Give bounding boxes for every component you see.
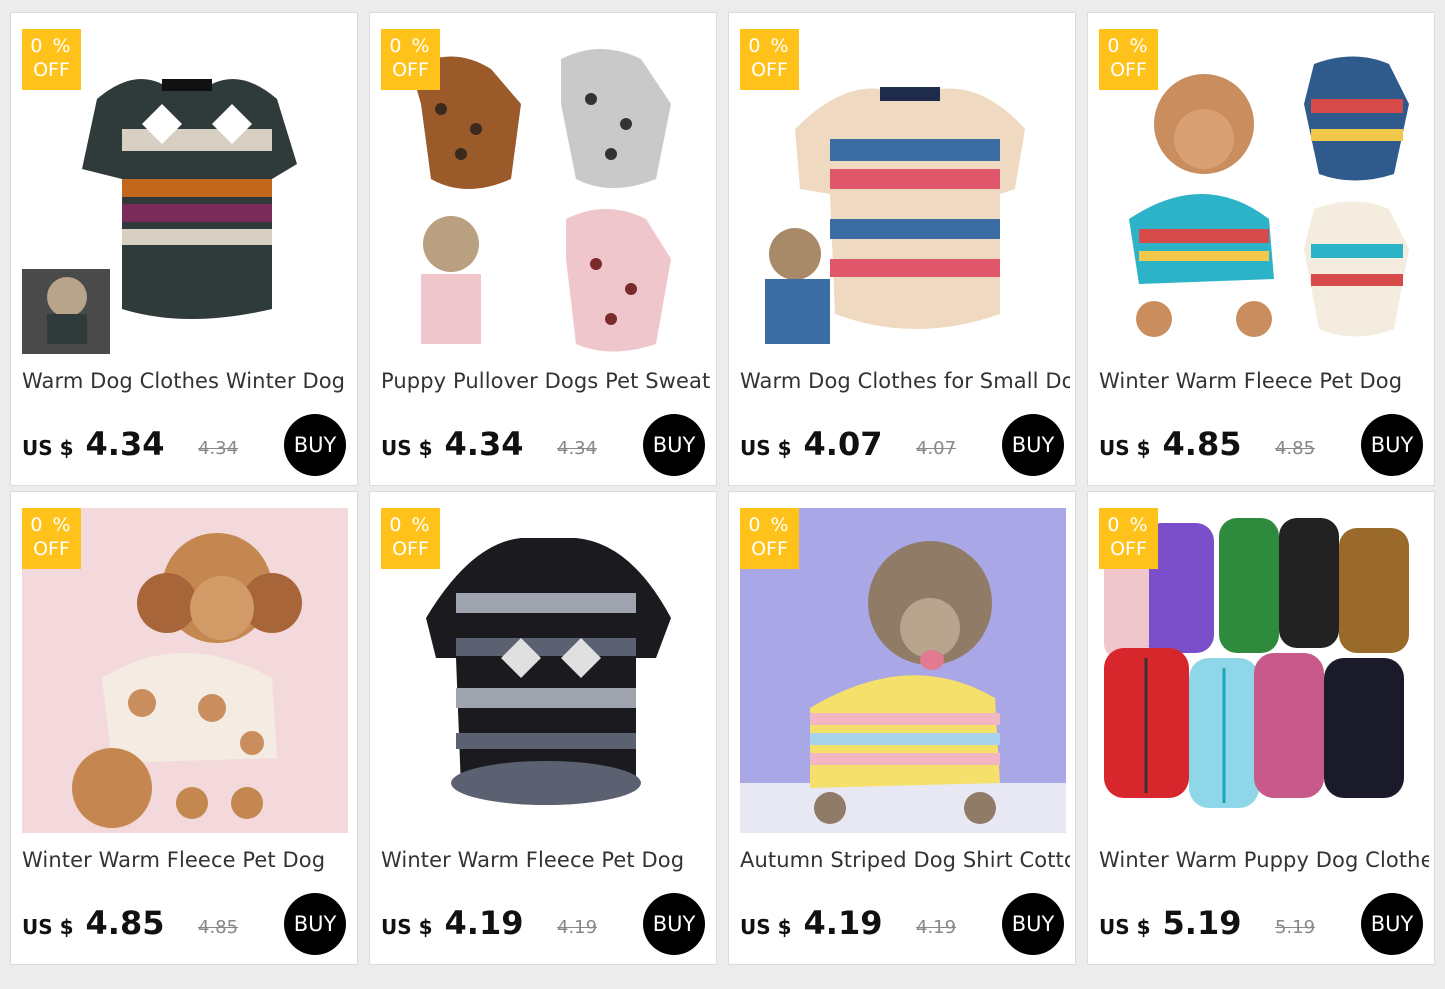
discount-percent: 0 % xyxy=(748,35,791,57)
product-card[interactable]: 0 % OFF Winter Warm Fleece Pet Dog US $ … xyxy=(369,491,717,965)
currency-label: US $ xyxy=(1099,436,1151,460)
product-title[interactable]: Autumn Striped Dog Shirt Cotton xyxy=(740,848,1070,872)
product-title[interactable]: Winter Warm Fleece Pet Dog xyxy=(1099,369,1429,393)
product-card[interactable]: 0 % OFF Autumn Striped Dog Shirt Cotton … xyxy=(728,491,1076,965)
price-row: US $ 4.19 xyxy=(381,904,523,942)
product-card[interactable]: 0 % OFF Winter Warm Fleece Pet Dog US $ … xyxy=(1087,12,1435,486)
product-card[interactable]: 0 % OFF Warm Dog Clothes Winter Dog US $… xyxy=(10,12,358,486)
original-price: 4.85 xyxy=(198,917,239,938)
product-price: 4.34 xyxy=(444,425,524,463)
discount-badge: 0 % OFF xyxy=(22,508,81,569)
price-row: US $ 4.85 xyxy=(1099,425,1241,463)
price-row: US $ 4.34 xyxy=(381,425,523,463)
product-price: 4.34 xyxy=(85,425,165,463)
discount-percent: 0 % xyxy=(30,35,73,57)
buy-button[interactable]: BUY xyxy=(284,893,346,955)
original-price: 4.19 xyxy=(916,917,957,938)
original-price: 4.07 xyxy=(916,438,957,459)
product-card[interactable]: 0 % OFF Puppy Pullover Dogs Pet Sweater … xyxy=(369,12,717,486)
product-card[interactable]: 0 % OFF Winter Warm Puppy Dog Clothes US… xyxy=(1087,491,1435,965)
buy-button[interactable]: BUY xyxy=(1361,893,1423,955)
discount-badge: 0 % OFF xyxy=(381,29,440,90)
original-price: 5.19 xyxy=(1275,917,1316,938)
product-title[interactable]: Winter Warm Puppy Dog Clothes xyxy=(1099,848,1429,872)
discount-percent: 0 % xyxy=(748,514,791,536)
price-row: US $ 4.19 xyxy=(740,904,882,942)
currency-label: US $ xyxy=(22,915,74,939)
discount-percent: 0 % xyxy=(389,35,432,57)
original-price: 4.19 xyxy=(557,917,598,938)
currency-label: US $ xyxy=(1099,915,1151,939)
discount-badge: 0 % OFF xyxy=(1099,508,1158,569)
discount-off-label: OFF xyxy=(392,538,429,560)
discount-off-label: OFF xyxy=(1110,59,1147,81)
discount-badge: 0 % OFF xyxy=(381,508,440,569)
currency-label: US $ xyxy=(740,436,792,460)
discount-off-label: OFF xyxy=(33,538,70,560)
discount-badge: 0 % OFF xyxy=(740,508,799,569)
buy-button[interactable]: BUY xyxy=(1361,414,1423,476)
discount-off-label: OFF xyxy=(751,59,788,81)
product-title[interactable]: Warm Dog Clothes for Small Dog xyxy=(740,369,1070,393)
discount-badge: 0 % OFF xyxy=(22,29,81,90)
product-price: 4.85 xyxy=(1162,425,1242,463)
discount-off-label: OFF xyxy=(1110,538,1147,560)
discount-off-label: OFF xyxy=(392,59,429,81)
product-title[interactable]: Puppy Pullover Dogs Pet Sweater xyxy=(381,369,711,393)
product-title[interactable]: Winter Warm Fleece Pet Dog xyxy=(22,848,352,872)
product-title[interactable]: Winter Warm Fleece Pet Dog xyxy=(381,848,711,872)
original-price: 4.85 xyxy=(1275,438,1316,459)
discount-badge: 0 % OFF xyxy=(1099,29,1158,90)
buy-button[interactable]: BUY xyxy=(1002,893,1064,955)
currency-label: US $ xyxy=(740,915,792,939)
product-price: 4.07 xyxy=(803,425,883,463)
product-price: 4.19 xyxy=(444,904,524,942)
buy-button[interactable]: BUY xyxy=(643,414,705,476)
product-title[interactable]: Warm Dog Clothes Winter Dog xyxy=(22,369,352,393)
price-row: US $ 4.07 xyxy=(740,425,882,463)
product-grid: 0 % OFF Warm Dog Clothes Winter Dog US $… xyxy=(10,12,1435,965)
currency-label: US $ xyxy=(381,915,433,939)
original-price: 4.34 xyxy=(557,438,598,459)
discount-percent: 0 % xyxy=(1107,514,1150,536)
buy-button[interactable]: BUY xyxy=(1002,414,1064,476)
currency-label: US $ xyxy=(381,436,433,460)
price-row: US $ 4.34 xyxy=(22,425,164,463)
price-row: US $ 4.85 xyxy=(22,904,164,942)
discount-off-label: OFF xyxy=(751,538,788,560)
buy-button[interactable]: BUY xyxy=(284,414,346,476)
product-card[interactable]: 0 % OFF Warm Dog Clothes for Small Dog U… xyxy=(728,12,1076,486)
discount-badge: 0 % OFF xyxy=(740,29,799,90)
product-price: 5.19 xyxy=(1162,904,1242,942)
product-price: 4.19 xyxy=(803,904,883,942)
product-price: 4.85 xyxy=(85,904,165,942)
original-price: 4.34 xyxy=(198,438,239,459)
discount-percent: 0 % xyxy=(389,514,432,536)
discount-percent: 0 % xyxy=(1107,35,1150,57)
discount-percent: 0 % xyxy=(30,514,73,536)
currency-label: US $ xyxy=(22,436,74,460)
buy-button[interactable]: BUY xyxy=(643,893,705,955)
price-row: US $ 5.19 xyxy=(1099,904,1241,942)
discount-off-label: OFF xyxy=(33,59,70,81)
product-card[interactable]: 0 % OFF Winter Warm Fleece Pet Dog US $ … xyxy=(10,491,358,965)
